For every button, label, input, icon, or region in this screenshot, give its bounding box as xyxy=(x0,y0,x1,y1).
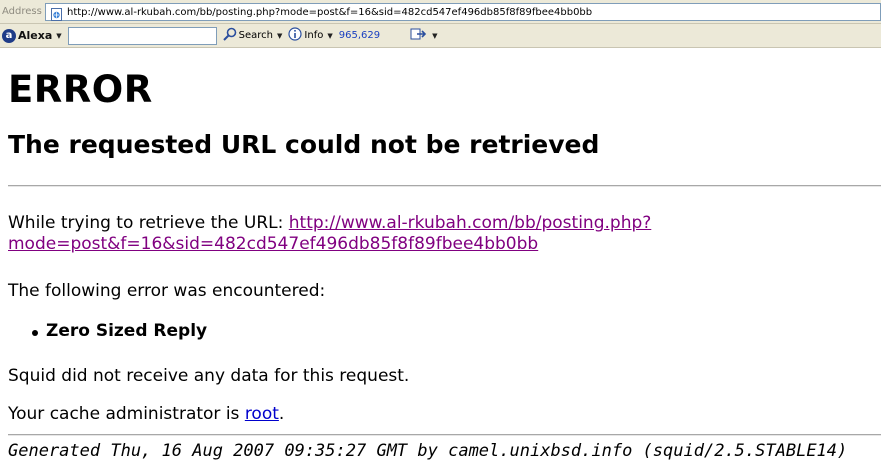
alexa-toolbar: a Alexa ▼ Search ▼ Info ▼ 965,629 ▼ xyxy=(0,24,881,48)
alexa-label: Alexa xyxy=(18,29,53,42)
chevron-down-icon: ▼ xyxy=(432,31,438,40)
chevron-down-icon: ▼ xyxy=(277,31,283,40)
error-item-text: Zero Sized Reply xyxy=(46,321,208,341)
encountered-text: The following error was encountered: xyxy=(8,281,326,301)
address-url: http://www.al-rkubah.com/bb/posting.php?… xyxy=(67,6,593,18)
traffic-rank[interactable]: 965,629 xyxy=(339,30,380,41)
page-icon xyxy=(50,6,63,21)
search-button-label: Search xyxy=(238,30,274,41)
admin-suffix: . xyxy=(278,404,285,424)
chevron-down-icon: ▼ xyxy=(56,31,62,40)
search-input[interactable] xyxy=(67,26,217,45)
search-icon xyxy=(222,27,237,44)
address-bar: Address http://www.al-rkubah.com/bb/post… xyxy=(0,0,881,24)
admin-prefix: Your cache administrator is xyxy=(8,404,245,424)
chevron-down-icon: ▼ xyxy=(327,31,333,40)
admin-paragraph: Your cache administrator is root. xyxy=(8,404,284,425)
admin-link[interactable]: root xyxy=(245,404,279,424)
footer-divider xyxy=(8,434,881,436)
info-button-label: Info xyxy=(304,30,324,41)
error-list-item: Zero Sized Reply xyxy=(32,321,207,341)
page-title: ERROR xyxy=(8,68,153,111)
retrieve-url-line2: mode=post&f=16&sid=482cd547ef496db85f8f8… xyxy=(8,234,539,254)
explanation-text: Squid did not receive any data for this … xyxy=(8,366,410,386)
page-subtitle: The requested URL could not be retrieved xyxy=(8,130,600,159)
info-icon xyxy=(288,27,303,44)
bullet-icon xyxy=(32,329,38,336)
address-label: Address xyxy=(2,6,42,17)
retrieve-url-line1: http://www.al-rkubah.com/bb/posting.php? xyxy=(288,213,652,233)
alexa-menu-button[interactable]: a Alexa ▼ xyxy=(2,28,62,43)
retrieve-paragraph: While trying to retrieve the URL: http:/… xyxy=(8,213,868,255)
retrieve-prefix: While trying to retrieve the URL: xyxy=(8,213,289,233)
search-button[interactable]: Search ▼ xyxy=(222,27,283,44)
address-field[interactable]: http://www.al-rkubah.com/bb/posting.php?… xyxy=(45,3,881,21)
generated-footer: Generated Thu, 16 Aug 2007 09:35:27 GMT … xyxy=(8,441,848,461)
alexa-logo-icon: a xyxy=(2,28,16,43)
navigate-arrow-icon xyxy=(410,27,428,44)
divider xyxy=(8,185,881,187)
navigate-button[interactable]: ▼ xyxy=(410,27,437,44)
info-button[interactable]: Info ▼ xyxy=(288,27,333,44)
